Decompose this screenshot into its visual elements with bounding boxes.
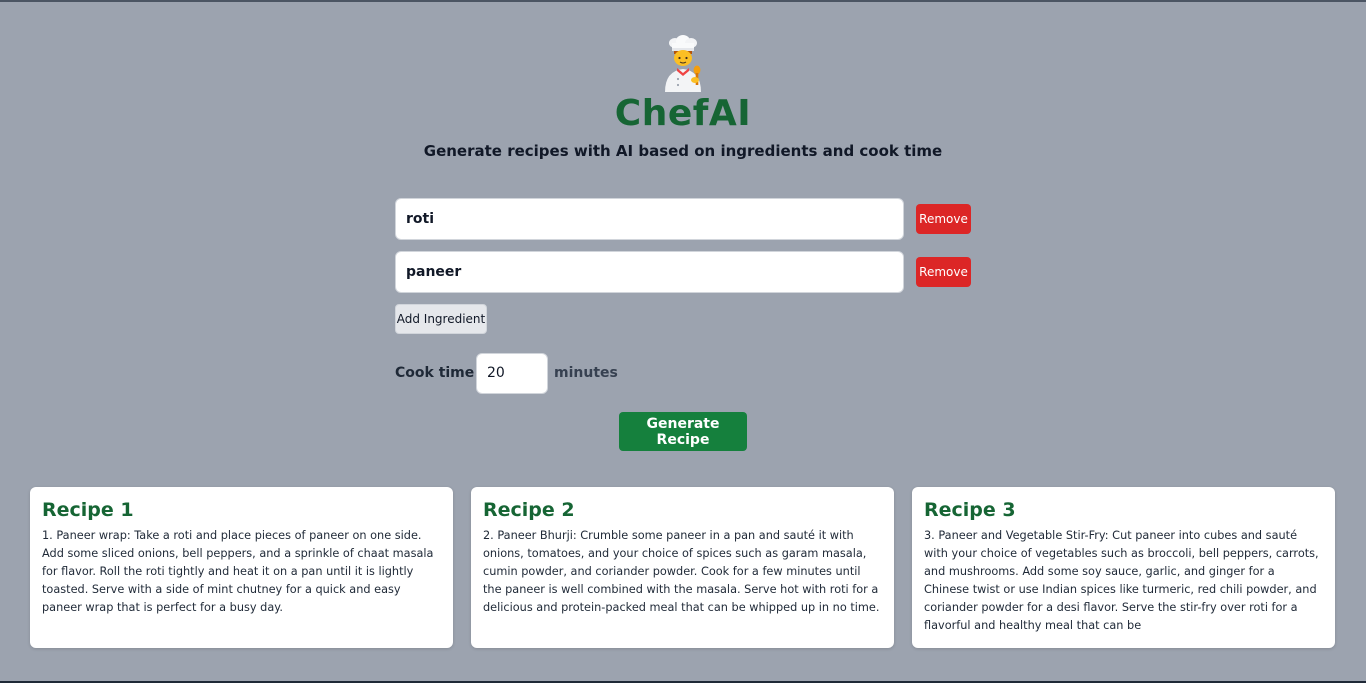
generate-recipe-button[interactable]: Generate Recipe <box>619 412 747 451</box>
cook-time-label: Cook time <box>395 365 475 381</box>
app-header: ChefAI Generate recipes with AI based on… <box>0 34 1366 160</box>
recipe-title: Recipe 3 <box>924 499 1016 521</box>
recipe-title: Recipe 2 <box>483 499 575 521</box>
add-ingredient-button[interactable]: Add Ingredient <box>395 304 487 334</box>
remove-ingredient-button[interactable]: Remove <box>916 204 971 234</box>
cook-time-row: Cook time minutes <box>395 352 975 394</box>
app-subtitle: Generate recipes with AI based on ingred… <box>423 142 943 160</box>
chef-icon <box>665 35 701 92</box>
cook-time-unit: minutes <box>554 365 618 381</box>
ingredient-input[interactable] <box>395 198 904 240</box>
recipe-card: Recipe 3 3. Paneer and Vegetable Stir-Fr… <box>912 487 1335 648</box>
recipe-card: Recipe 2 2. Paneer Bhurji: Crumble some … <box>471 487 894 648</box>
cook-time-input[interactable] <box>476 352 548 394</box>
recipe-card: Recipe 1 1. Paneer wrap: Take a roti and… <box>30 487 453 648</box>
app-title: ChefAI <box>614 93 752 134</box>
ingredient-form: Remove Remove Add Ingredient Cook time m… <box>395 198 975 394</box>
remove-ingredient-button[interactable]: Remove <box>916 257 971 287</box>
ingredient-input[interactable] <box>395 251 904 293</box>
ingredient-row: Remove <box>395 251 975 293</box>
recipe-title: Recipe 1 <box>42 499 134 521</box>
ingredient-row: Remove <box>395 198 975 240</box>
recipe-text: 1. Paneer wrap: Take a roti and place pi… <box>42 529 434 614</box>
recipe-text: 3. Paneer and Vegetable Stir-Fry: Cut pa… <box>924 529 1319 632</box>
recipe-cards: Recipe 1 1. Paneer wrap: Take a roti and… <box>30 487 1335 648</box>
recipe-text: 2. Paneer Bhurji: Crumble some paneer in… <box>483 529 880 614</box>
